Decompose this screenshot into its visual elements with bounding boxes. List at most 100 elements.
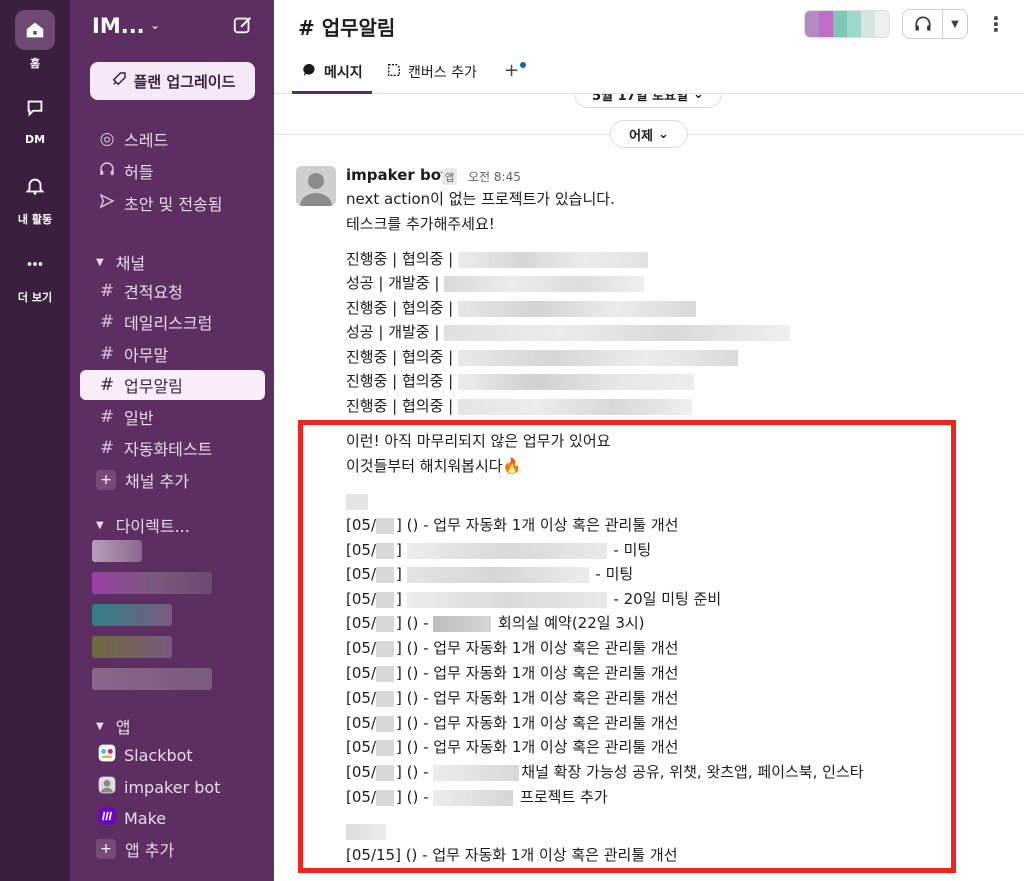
sidebar-app-impaker-bot[interactable]: impaker bot	[80, 772, 265, 802]
caret-down-icon: ▼	[96, 256, 104, 268]
redacted-text	[433, 789, 514, 806]
task-date: [05/	[346, 689, 376, 707]
tab-add-canvas-label: 캔버스 추가	[408, 65, 477, 81]
sidebar-item-label: 스레드	[124, 131, 169, 150]
dm-item-redacted[interactable]	[92, 604, 172, 626]
task-item: [05/] () - 업무 자동화 1개 이상 혹은 관리툴 개선	[346, 736, 678, 758]
redacted-text	[376, 665, 394, 682]
redacted-text	[376, 517, 394, 534]
workspace-rail: 홈 DM 내 활동 더 보기	[0, 0, 70, 881]
rail-activity-label: 내 활동	[17, 213, 53, 226]
apps-header-label: 앱	[115, 718, 131, 737]
sidebar-app-make[interactable]: Make	[80, 803, 265, 833]
sidebar-item-threads[interactable]: ◎ 스레드	[80, 124, 265, 154]
add-channel-label: 채널 추가	[125, 472, 189, 491]
add-app-button[interactable]: + 앱 추가	[80, 834, 265, 864]
task-item: [05/] () - 업무 자동화 1개 이상 혹은 관리툴 개선	[346, 712, 678, 734]
dm-item-redacted[interactable]	[92, 572, 212, 594]
upgrade-plan-label: 플랜 업그레이드	[133, 72, 236, 91]
sidebar-item-huddles[interactable]: 허들	[80, 156, 265, 186]
sidebar-channel[interactable]: # 자동화테스트	[80, 433, 265, 463]
huddle-button[interactable]: ▼	[902, 9, 968, 39]
rail-home[interactable]: 홈	[0, 10, 70, 71]
channel-title[interactable]: # 업무알림	[298, 12, 395, 41]
slackbot-icon	[96, 743, 118, 768]
message-timestamp[interactable]: 오전 8:45	[468, 168, 521, 185]
dm-item-redacted[interactable]	[92, 636, 172, 658]
task-text: ] () - 업무 자동화 1개 이상 혹은 관리툴 개선	[396, 738, 679, 756]
task-item: [05/] () - 프로젝트 추가	[346, 786, 608, 808]
caret-down-icon: ▼	[96, 720, 104, 732]
channel-label: 자동화테스트	[124, 440, 213, 459]
task-text: ] () -	[396, 763, 434, 781]
sidebar-channel[interactable]: # 데일리스크럼	[80, 307, 265, 337]
redacted-text	[406, 566, 589, 583]
redacted-text	[444, 275, 645, 292]
upgrade-plan-button[interactable]: 플랜 업그레이드	[90, 62, 255, 100]
rail-activity[interactable]: 내 활동	[0, 166, 70, 227]
channel-label: 데일리스크럼	[124, 314, 213, 333]
apps-section-header[interactable]: ▼ 앱	[96, 714, 130, 738]
date-header-line	[346, 490, 370, 512]
redacted-text	[458, 373, 694, 390]
status-line: 진행중 | 협의중 |	[346, 370, 696, 392]
threads-icon: ◎	[99, 129, 115, 149]
message-sender[interactable]: impaker bot	[346, 166, 448, 184]
status-line: 진행중 | 협의중 |	[346, 395, 694, 417]
app-label: impaker bot	[124, 777, 221, 797]
headphones-icon	[96, 160, 118, 183]
redacted-text	[444, 324, 791, 341]
sidebar-channel[interactable]: # 아무말	[80, 339, 265, 369]
task-item: [05/] - 미팅	[346, 541, 652, 559]
task-date: [05/	[346, 714, 376, 732]
channel-label: 아무말	[124, 346, 169, 365]
redacted-text	[433, 615, 492, 632]
bell-icon	[15, 166, 55, 206]
add-channel-button[interactable]: + 채널 추가	[80, 465, 265, 495]
sidebar-item-label: 허들	[124, 163, 154, 182]
dm-item-redacted[interactable]	[92, 668, 212, 690]
status-line: 진행중 | 협의중 |	[346, 248, 650, 270]
channels-header-label: 채널	[115, 254, 146, 273]
date-pill-top[interactable]: 5월 17일 토요일 ⌄	[574, 94, 722, 108]
status-text: 진행중 | 협의중 |	[346, 397, 454, 415]
hash-icon: #	[99, 375, 115, 395]
tab-add-canvas[interactable]: 캔버스 추가	[386, 62, 477, 82]
task-item: [05/] () - 채널 확장 가능성 공유, 위챗, 왓츠앱, 페이스북, …	[346, 761, 864, 783]
member-avatars[interactable]	[804, 10, 890, 38]
sidebar: IM... ⌄ 플랜 업그레이드 ◎ 스레드 허들 초안 및 전송됨 ▼ 채널 …	[70, 0, 274, 881]
status-text: 진행중 | 협의중 |	[346, 299, 454, 317]
workspace-name[interactable]: IM...	[92, 14, 145, 38]
task-text: ] () - 업무 자동화 1개 이상 혹은 관리툴 개선	[396, 639, 679, 657]
channel-header: # 업무알림 ▼ ⋮ 메시지 캔버스 추가 +	[274, 0, 1024, 94]
redacted-text	[346, 493, 368, 510]
sidebar-channel[interactable]: # 일반	[80, 402, 265, 432]
rail-dm[interactable]: DM	[0, 88, 70, 146]
rail-more[interactable]: 더 보기	[0, 244, 70, 305]
avatar[interactable]	[296, 166, 336, 206]
compose-icon[interactable]	[232, 14, 254, 36]
more-options-icon[interactable]: ⋮	[986, 12, 1006, 36]
channels-section-header[interactable]: ▼ 채널	[96, 250, 145, 274]
redacted-text	[458, 251, 648, 268]
dm-item-redacted[interactable]	[92, 540, 142, 562]
date-divider-pill[interactable]: 어제 ⌄	[610, 120, 688, 148]
chevron-down-icon[interactable]: ▼	[943, 19, 967, 30]
tab-messages[interactable]: 메시지	[302, 62, 363, 82]
redacted-text	[458, 300, 696, 317]
chevron-down-icon[interactable]: ⌄	[150, 18, 160, 32]
dm-section-header[interactable]: ▼ 다이렉트...	[96, 513, 190, 537]
app-label: Make	[124, 808, 167, 828]
sidebar-app-slackbot[interactable]: Slackbot	[80, 740, 265, 770]
redacted-text	[376, 764, 394, 781]
task-text: ] () - 업무 자동화 1개 이상 혹은 관리툴 개선	[396, 689, 679, 707]
task-item: [05/] - 미팅	[346, 565, 634, 583]
tab-messages-label: 메시지	[324, 65, 363, 81]
message-list: 5월 17일 토요일 ⌄ 어제 ⌄ impaker bot 앱 오전 8:45 …	[274, 94, 1024, 881]
sidebar-item-drafts[interactable]: 초안 및 전송됨	[80, 188, 265, 218]
sidebar-channel[interactable]: # 견적요청	[80, 276, 265, 306]
add-tab-button[interactable]: +	[504, 60, 519, 81]
message-bubble-icon	[302, 62, 318, 82]
task-text: ] () -	[396, 788, 434, 806]
sidebar-channel-active[interactable]: # 업무알림	[80, 370, 265, 400]
